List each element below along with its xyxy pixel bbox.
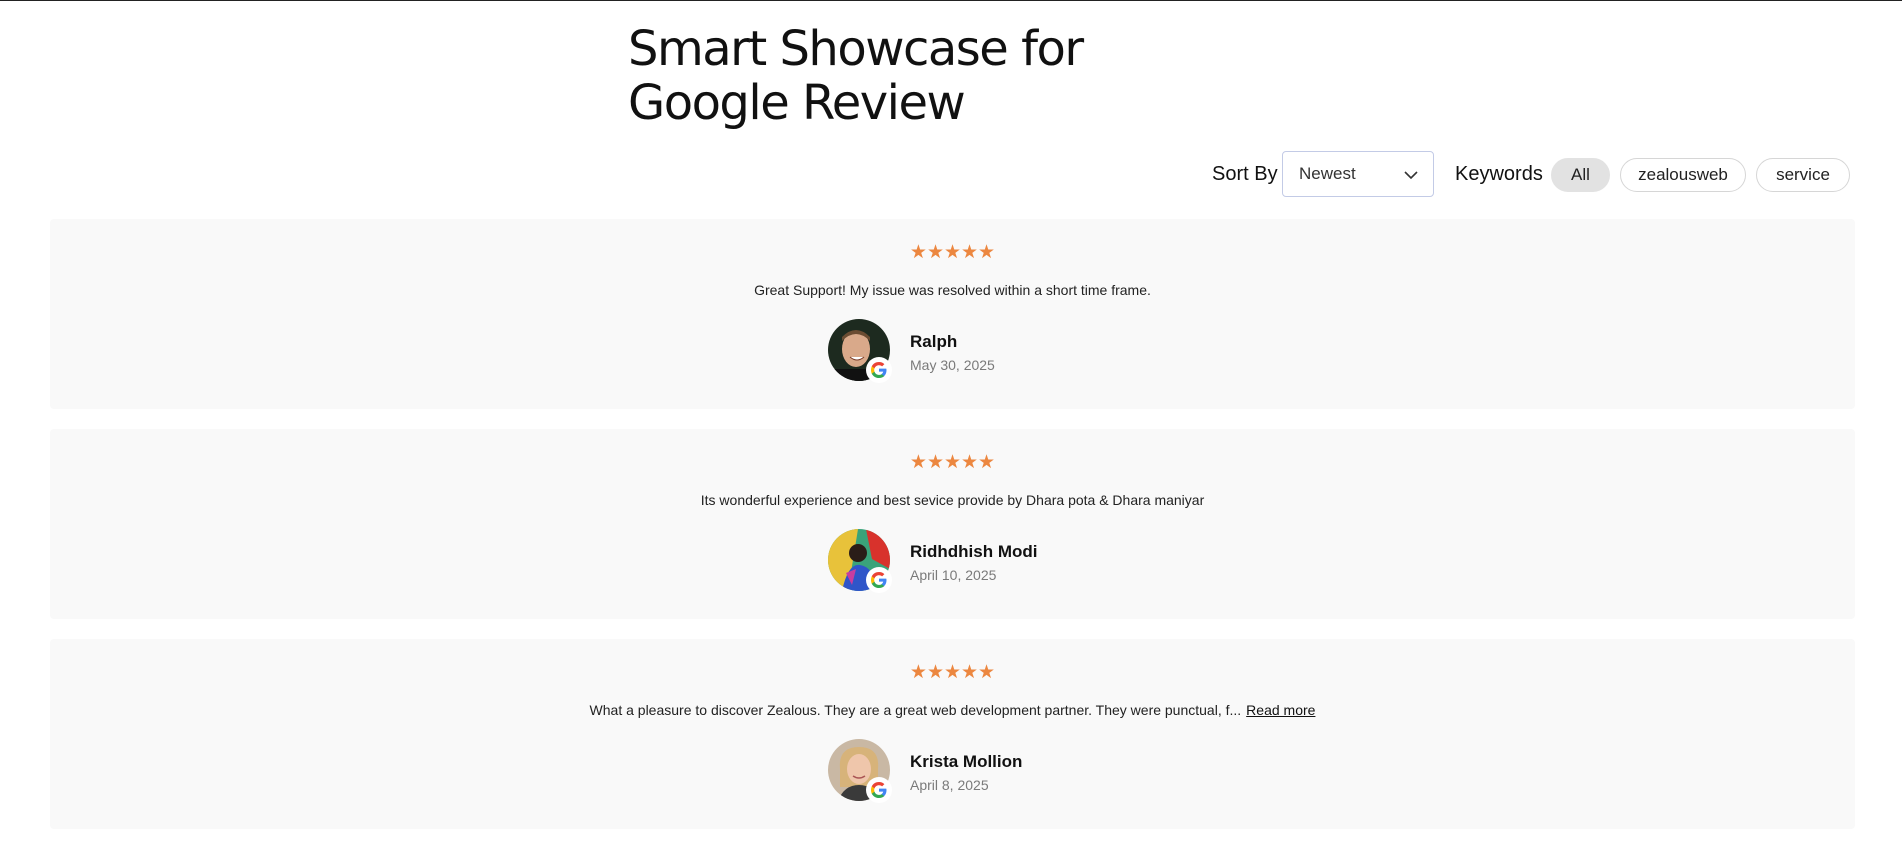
review-card: ★★★★★ What a pleasure to discover Zealou…: [50, 639, 1855, 829]
page-title-line-1: Smart Showcase for: [628, 21, 1084, 77]
star-rating: ★★★★★: [909, 452, 996, 473]
google-g-icon: [866, 777, 892, 803]
review-text-excerpt: What a pleasure to discover Zealous. The…: [589, 702, 1242, 718]
keyword-chip-label: zealousweb: [1638, 165, 1728, 184]
avatar: [828, 739, 892, 803]
reviewer-name: Ralph: [910, 332, 958, 351]
review-card: ★★★★★ Great Support! My issue was resolv…: [50, 219, 1855, 409]
review-card: ★★★★★ Its wonderful experience and best …: [50, 429, 1855, 619]
review-date: April 8, 2025: [910, 777, 989, 793]
keyword-chip-label: service: [1776, 165, 1830, 184]
sort-select[interactable]: Newest: [1282, 151, 1434, 197]
page-title: Smart Showcase for Google Review: [628, 22, 1148, 130]
page-title-line-2: Google Review: [628, 75, 966, 131]
star-rating: ★★★★★: [909, 242, 996, 263]
keyword-chip-all[interactable]: All: [1551, 158, 1610, 192]
reviewer-name: Ridhdhish Modi: [910, 542, 1038, 561]
review-text: What a pleasure to discover Zealous. The…: [50, 702, 1855, 718]
review-date: April 10, 2025: [910, 567, 997, 583]
avatar: [828, 319, 892, 383]
review-text: Its wonderful experience and best sevice…: [700, 492, 1205, 508]
keywords-label: Keywords: [1455, 163, 1543, 185]
read-more-link[interactable]: Read more: [1246, 702, 1315, 718]
avatar: [828, 529, 892, 593]
keyword-chip-zealousweb[interactable]: zealousweb: [1620, 158, 1746, 192]
chevron-down-icon: [1404, 171, 1418, 180]
google-g-icon: [866, 357, 892, 383]
sort-select-value: Newest: [1299, 164, 1356, 183]
keyword-chip-label: All: [1571, 165, 1590, 184]
review-text: Great Support! My issue was resolved wit…: [754, 282, 1151, 298]
sort-by-label: Sort By: [1212, 163, 1278, 185]
keyword-chip-service[interactable]: service: [1756, 158, 1850, 192]
reviewer-name: Krista Mollion: [910, 752, 1023, 771]
review-date: May 30, 2025: [910, 357, 995, 373]
star-rating: ★★★★★: [909, 662, 996, 683]
google-g-icon: [866, 567, 892, 593]
top-border: [0, 0, 1902, 1]
